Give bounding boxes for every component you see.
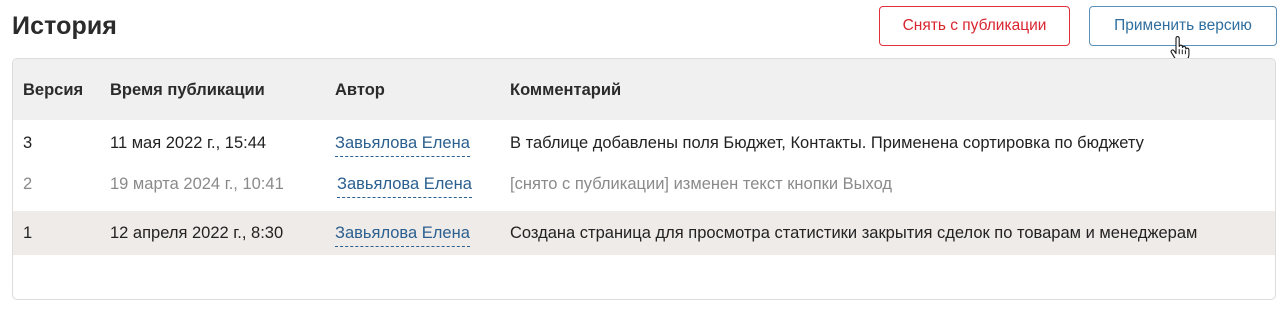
time-cell: 19 марта 2024 г., 10:41: [110, 175, 284, 193]
table-header: Версия Время публикации Автор Комментари…: [13, 59, 1275, 120]
unpublish-button[interactable]: Снять с публикации: [879, 6, 1070, 46]
table-row[interactable]: 3 11 мая 2022 г., 15:44 Завьялова Елена …: [13, 121, 1275, 165]
history-table: Версия Время публикации Автор Комментари…: [12, 58, 1276, 300]
time-cell: 11 мая 2022 г., 15:44: [110, 134, 267, 152]
version-cell: 1: [23, 224, 33, 242]
column-header-version: Версия: [23, 81, 84, 99]
comment-cell: [снято с публикации] изменен текст кнопк…: [510, 175, 893, 193]
table-row[interactable]: 2 19 марта 2024 г., 10:41 Завьялова Елен…: [13, 162, 1275, 206]
column-header-comment: Комментарий: [510, 81, 622, 99]
comment-cell: Создана страница для просмотра статистик…: [510, 224, 1198, 242]
author-link[interactable]: Завьялова Елена: [335, 134, 470, 157]
time-cell: 12 апреля 2022 г., 8:30: [110, 224, 284, 242]
column-header-author: Автор: [335, 81, 385, 99]
comment-cell: В таблице добавлены поля Бюджет, Контакт…: [510, 134, 1144, 152]
author-link[interactable]: Завьялова Елена: [335, 224, 470, 247]
version-cell: 2: [23, 175, 33, 193]
version-cell: 3: [23, 134, 33, 152]
author-link[interactable]: Завьялова Елена: [337, 175, 472, 198]
column-header-time: Время публикации: [110, 81, 265, 99]
table-row-selected[interactable]: 1 12 апреля 2022 г., 8:30 Завьялова Елен…: [13, 211, 1275, 255]
page-title: История: [12, 12, 117, 40]
